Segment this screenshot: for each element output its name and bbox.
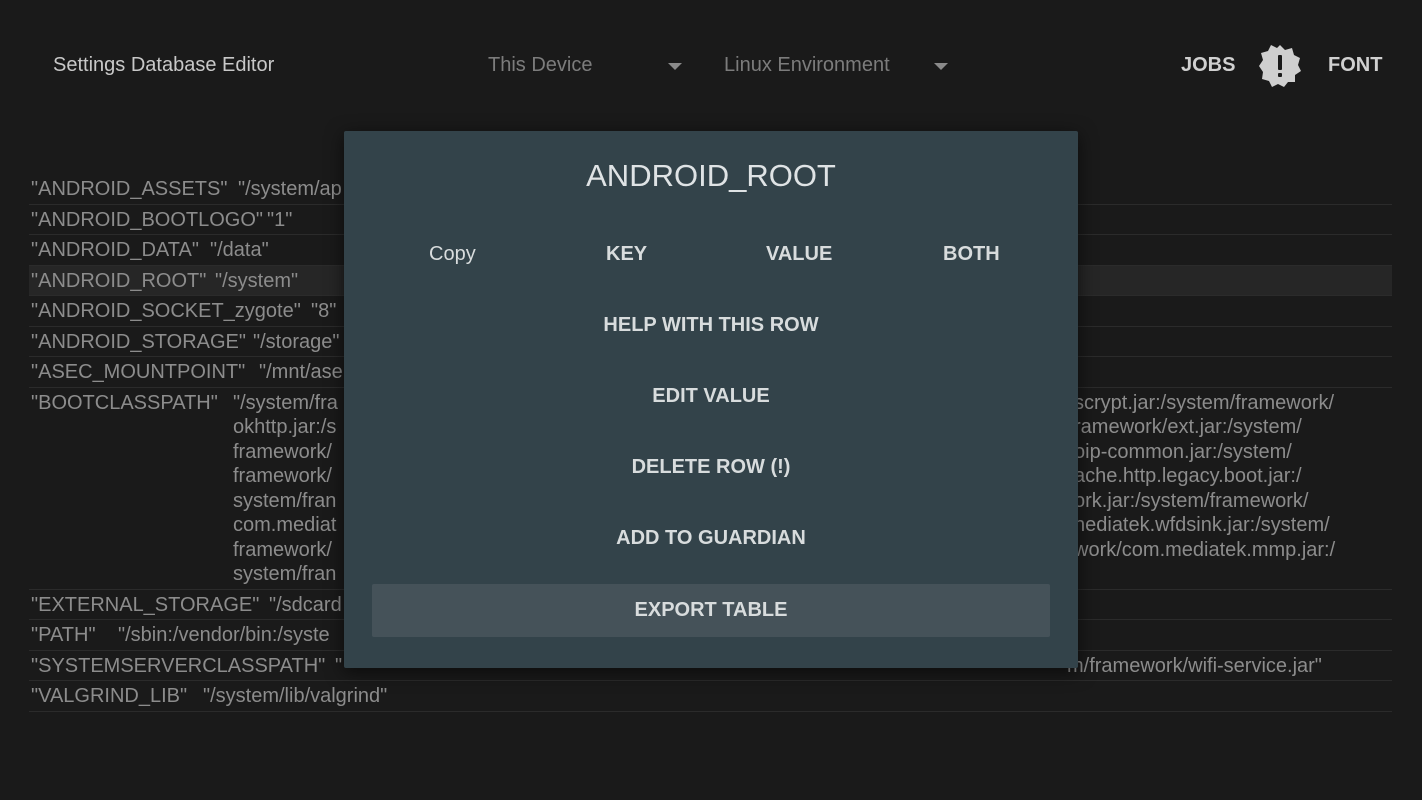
export-table-button[interactable]: EXPORT TABLE	[372, 584, 1050, 637]
dialog-title: ANDROID_ROOT	[586, 158, 836, 193]
help-row-button[interactable]: HELP WITH THIS ROW	[344, 314, 1078, 337]
dialog-overlay: ANDROID_ROOT Copy KEY VALUE BOTH HELP WI…	[0, 0, 1422, 800]
edit-value-button[interactable]: EDIT VALUE	[344, 385, 1078, 408]
copy-both-button[interactable]: BOTH	[943, 243, 1000, 266]
copy-key-button[interactable]: KEY	[606, 243, 647, 266]
copy-row: Copy KEY VALUE BOTH	[344, 243, 1078, 269]
copy-label: Copy	[429, 243, 476, 265]
copy-value-button[interactable]: VALUE	[766, 243, 832, 266]
add-to-guardian-button[interactable]: ADD TO GUARDIAN	[344, 527, 1078, 550]
delete-row-button[interactable]: DELETE ROW (!)	[344, 456, 1078, 479]
